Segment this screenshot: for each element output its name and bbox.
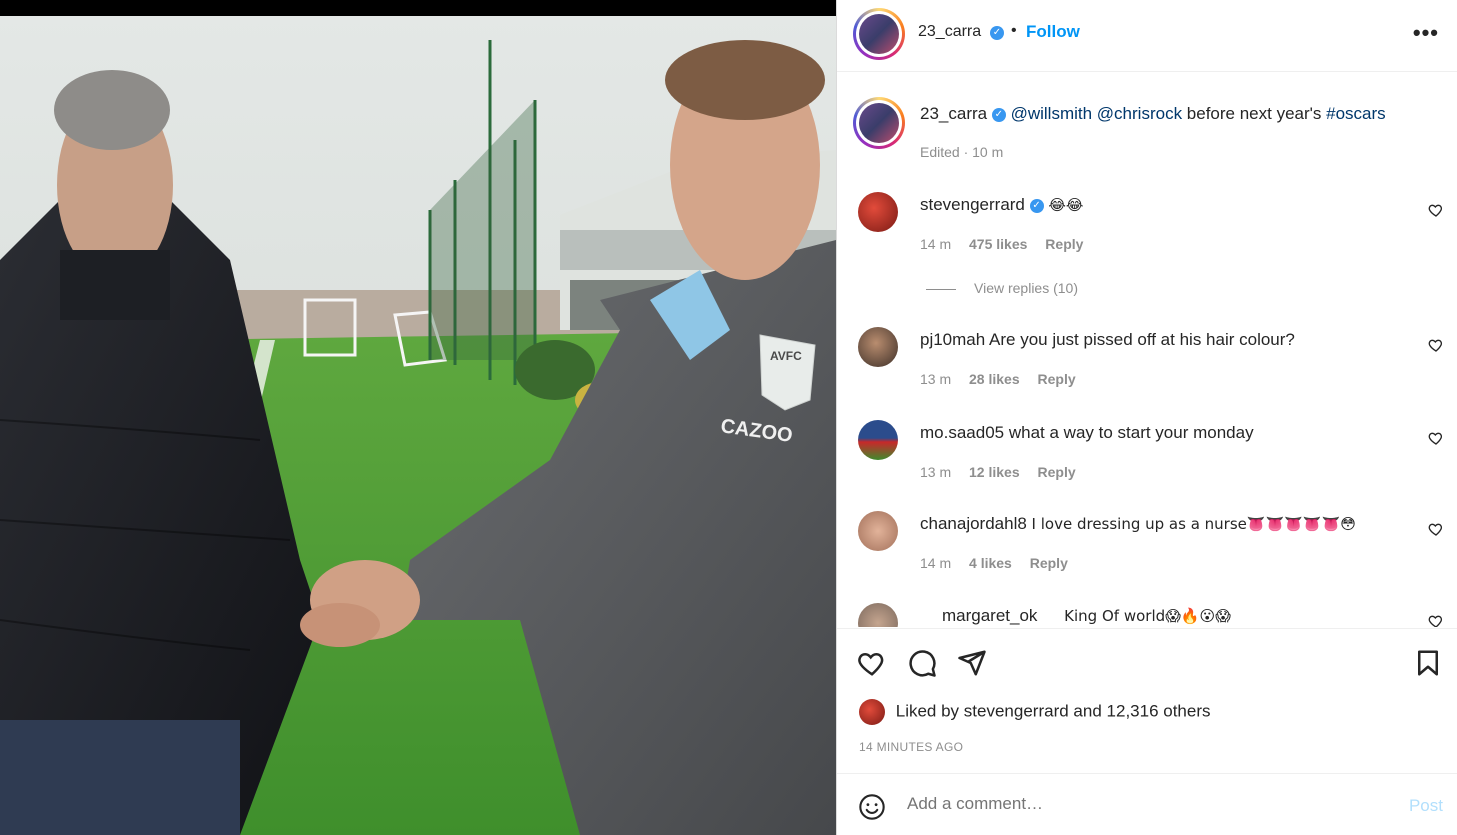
like-heart-icon[interactable] bbox=[857, 648, 887, 678]
liked-by-others[interactable]: 12,316 others bbox=[1107, 701, 1211, 720]
commenter-avatar[interactable] bbox=[858, 511, 898, 551]
liked-by-user[interactable]: stevengerrard bbox=[964, 701, 1069, 720]
comment-text: King Of world😱🔥😮😱 bbox=[1064, 607, 1231, 625]
comment-likes[interactable]: 12 likes bbox=[969, 464, 1020, 480]
commenter-avatar[interactable] bbox=[858, 420, 898, 460]
comment-likes[interactable]: 28 likes bbox=[969, 371, 1020, 387]
emoji-smile-icon[interactable] bbox=[858, 793, 886, 821]
liker-avatar bbox=[859, 699, 885, 725]
comment-text: what a way to start your monday bbox=[1008, 423, 1254, 442]
post-header: 23_carra ✓ • Follow ••• bbox=[837, 0, 1457, 72]
post-comment-button[interactable]: Post bbox=[1409, 796, 1443, 816]
mention-link[interactable]: @chrisrock bbox=[1097, 104, 1182, 123]
liked-by-and: and bbox=[1073, 701, 1102, 721]
comment-bubble-icon[interactable] bbox=[907, 648, 937, 678]
post-photo[interactable]: AVFC CAZOO bbox=[0, 0, 836, 835]
reply-button[interactable]: Reply bbox=[1038, 371, 1076, 387]
reply-button[interactable]: Reply bbox=[1038, 464, 1076, 480]
author-avatar[interactable] bbox=[853, 8, 905, 60]
post-side-panel: 23_carra ✓ • Follow ••• 23_carra ✓ @will… bbox=[836, 0, 1457, 835]
author-username[interactable]: 23_carra bbox=[918, 23, 981, 41]
post-timestamp[interactable]: 14 MINUTES AGO bbox=[859, 740, 963, 754]
caption-text: 23_carra ✓ @willsmith @chrisrock before … bbox=[920, 104, 1386, 124]
verified-icon: ✓ bbox=[991, 107, 1006, 122]
comment-time: 13 m bbox=[920, 464, 952, 480]
commenter-username[interactable]: stevengerrard bbox=[920, 195, 1025, 214]
verified-icon: ✓ bbox=[1029, 198, 1044, 213]
top-black-bar bbox=[0, 0, 836, 16]
comment-likes[interactable]: 475 likes bbox=[969, 236, 1027, 252]
commenter-username[interactable]: margaret_ok bbox=[942, 606, 1037, 625]
like-comment-heart-icon[interactable] bbox=[1428, 202, 1444, 218]
reply-button[interactable]: Reply bbox=[1030, 555, 1068, 571]
like-comment-heart-icon[interactable] bbox=[1428, 613, 1444, 627]
hashtag-link[interactable]: #oscars bbox=[1326, 104, 1386, 123]
caption-avatar[interactable] bbox=[853, 97, 905, 149]
comment-text: I love dressing up as a nurse👅👅👅👅👅😳 bbox=[1031, 515, 1356, 533]
mention-link[interactable]: @willsmith bbox=[1011, 104, 1092, 123]
comment-time: 14 m bbox=[920, 555, 952, 571]
verified-icon: ✓ bbox=[990, 26, 1004, 40]
comment-time: 14 m bbox=[920, 236, 952, 252]
separator-dot: • bbox=[1011, 22, 1017, 39]
follow-button[interactable]: Follow bbox=[1026, 22, 1080, 42]
share-paper-plane-icon[interactable] bbox=[957, 648, 987, 678]
reply-button[interactable]: Reply bbox=[1045, 236, 1083, 252]
more-options-icon[interactable]: ••• bbox=[1413, 20, 1439, 46]
commenter-username[interactable]: chanajordahl8 bbox=[920, 514, 1027, 533]
like-comment-heart-icon[interactable] bbox=[1428, 430, 1444, 446]
caption-body: before next year's bbox=[1186, 104, 1322, 123]
commenter-avatar[interactable] bbox=[858, 327, 898, 367]
commenter-username[interactable]: pj10mah bbox=[920, 330, 985, 349]
comment-text: Are you just pissed off at his hair colo… bbox=[989, 330, 1295, 349]
post-image: AVFC CAZOO bbox=[0, 0, 836, 835]
commenter-username[interactable]: mo.saad05 bbox=[920, 423, 1004, 442]
comment-likes[interactable]: 4 likes bbox=[969, 555, 1012, 571]
comment-time: 13 m bbox=[920, 371, 952, 387]
liked-by: Liked by stevengerrard and 12,316 others bbox=[859, 699, 1211, 725]
caption-meta: Edited · 10 m bbox=[920, 144, 1004, 160]
view-replies-button[interactable]: View replies (10) bbox=[926, 280, 1078, 296]
like-comment-heart-icon[interactable] bbox=[1428, 337, 1444, 353]
caption-username[interactable]: 23_carra bbox=[920, 104, 987, 123]
commenter-avatar[interactable] bbox=[858, 603, 898, 627]
badge-text: AVFC bbox=[770, 349, 802, 363]
add-comment-bar: Post bbox=[837, 773, 1457, 835]
post-actions: Liked by stevengerrard and 12,316 others… bbox=[837, 628, 1457, 773]
save-bookmark-icon[interactable] bbox=[1413, 648, 1443, 678]
commenter-avatar[interactable] bbox=[858, 192, 898, 232]
comment-text: 😂😂 bbox=[1048, 196, 1084, 214]
comment-input[interactable] bbox=[907, 794, 1367, 814]
like-comment-heart-icon[interactable] bbox=[1428, 521, 1444, 537]
liked-by-prefix: Liked by bbox=[895, 701, 960, 721]
comments-list[interactable]: 23_carra ✓ @willsmith @chrisrock before … bbox=[837, 73, 1457, 627]
